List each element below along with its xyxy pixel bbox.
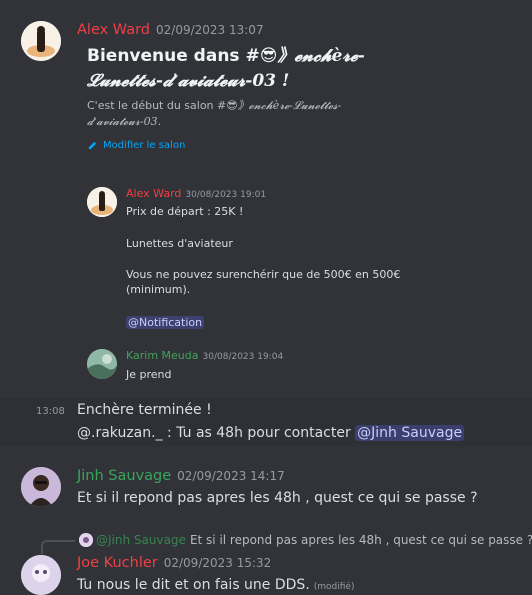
message-text: Et si il repond pas apres les 48h , ques…: [77, 490, 478, 506]
reply-avatar[interactable]: [79, 533, 93, 547]
author-name[interactable]: Jinh Sauvage: [77, 468, 171, 484]
channel-welcome-subtitle: C'est le début du salon #😎》𝓮𝓷𝓬𝓱è𝓻𝓮-𝓛𝓾𝓷𝓮𝓽…: [87, 99, 342, 128]
message-header: Joe Kuchler 02/09/2023 15:32: [77, 555, 271, 571]
author-name[interactable]: Alex Ward: [77, 22, 150, 38]
author-name[interactable]: Joe Kuchler: [77, 555, 158, 571]
reply-connector: [41, 540, 75, 554]
pencil-icon: [88, 141, 97, 150]
reply-preview[interactable]: @Jinh Sauvage Et si il repond pas apres l…: [96, 533, 532, 547]
timestamp: 30/08/2023 19:01: [185, 190, 267, 200]
channel-welcome-title: Bienvenue dans #😎》𝓮𝓷𝓬𝓱è𝓻𝓮-𝓛𝓾𝓷𝓮𝓽𝓽𝓮𝓼-𝓭'𝓪𝓿𝓲…: [87, 46, 365, 91]
sunglasses-emoji-icon: 😎: [226, 99, 238, 112]
edit-channel-link[interactable]: Modifier le salon: [87, 140, 185, 151]
avatar[interactable]: [21, 21, 61, 61]
timestamp: 02/09/2023 13:07: [156, 23, 264, 37]
message-header: Jinh Sauvage 02/09/2023 14:17: [77, 468, 285, 484]
message-header: Alex Ward 30/08/2023 19:01: [126, 187, 266, 200]
timestamp: 02/09/2023 14:17: [177, 469, 285, 483]
avatar[interactable]: [21, 467, 61, 507]
message-text: Prix de départ : 25K !: [126, 205, 244, 218]
message-text: Je prend: [126, 368, 172, 381]
author-name[interactable]: Alex Ward: [126, 187, 181, 200]
timestamp: 30/08/2023 19:04: [202, 352, 284, 362]
author-name[interactable]: Karim Meuda: [126, 349, 199, 362]
message-text: Lunettes d'aviateur: [126, 237, 233, 250]
edited-tag: (modifié): [313, 582, 355, 592]
message-text: Vous ne pouvez surenchérir que de 500€ e…: [126, 268, 401, 296]
sunglasses-emoji-icon: 😎: [259, 46, 278, 66]
timestamp: 13:08: [36, 406, 65, 417]
timestamp: 02/09/2023 15:32: [163, 556, 272, 570]
mention-tag[interactable]: @Jinh Sauvage: [355, 425, 465, 441]
avatar[interactable]: [21, 555, 61, 595]
message-header: Alex Ward 02/09/2023 13:07: [77, 22, 264, 38]
message-text: Enchère terminée !: [77, 402, 212, 418]
mention-tag[interactable]: @Notification: [126, 315, 205, 330]
avatar[interactable]: [87, 187, 117, 217]
message-text: @.rakuzan._ : Tu as 48h pour contacter @…: [77, 425, 465, 441]
message-row: 13:08 Enchère terminée ! @.rakuzan._ : T…: [0, 398, 532, 446]
message-header: Karim Meuda 30/08/2023 19:04: [126, 349, 283, 362]
message-text: Tu nous le dit et on fais une DDS. (modif…: [77, 577, 355, 593]
avatar[interactable]: [87, 349, 117, 379]
